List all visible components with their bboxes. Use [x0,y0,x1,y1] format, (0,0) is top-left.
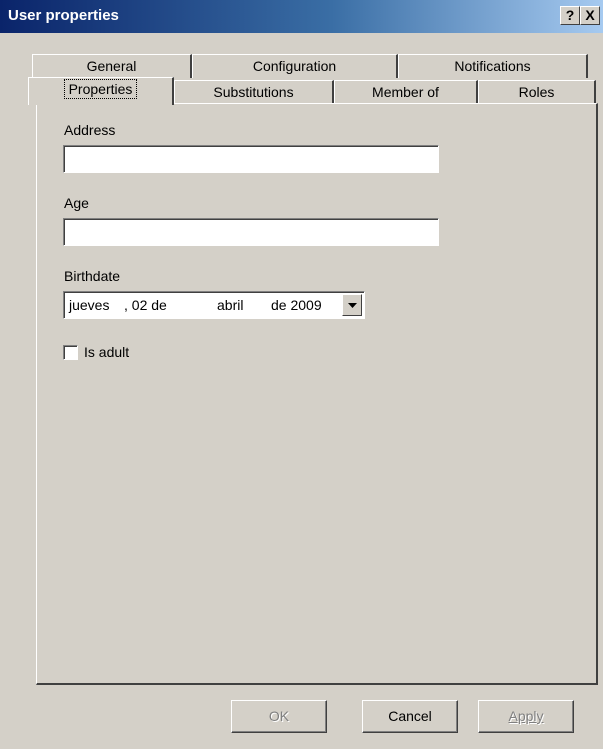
birthdate-label: Birthdate [64,268,121,284]
tab-member-of-label: Member of [372,84,439,100]
birthdate-picker[interactable]: jueves , 02 de abril de 2009 [63,291,365,319]
age-label: Age [64,195,89,211]
age-field[interactable] [63,218,439,246]
tab-configuration-label: Configuration [252,58,337,74]
tab-roles[interactable]: Roles [478,80,596,104]
birthdate-year[interactable]: de 2009 [271,297,322,313]
title-bar: User properties ? X [0,0,603,33]
apply-button[interactable]: Apply [478,700,574,733]
tab-member-of[interactable]: Member of [334,80,478,104]
tab-substitutions[interactable]: Substitutions [174,80,334,104]
birthdate-day[interactable]: , 02 de [124,297,167,313]
close-button[interactable]: X [580,6,600,25]
help-button[interactable]: ? [560,6,580,25]
address-field[interactable] [63,145,439,173]
user-properties-window: User properties ? X General Configuratio… [0,0,603,749]
cancel-button[interactable]: Cancel [362,700,458,733]
properties-panel [36,103,598,685]
ok-button[interactable]: OK [231,700,327,733]
tab-roles-label: Roles [518,84,555,100]
help-icon: ? [565,7,575,23]
tab-notifications[interactable]: Notifications [398,54,588,78]
is-adult-label: Is adult [84,344,130,360]
address-label: Address [64,122,116,138]
is-adult-checkbox[interactable] [63,345,78,360]
birthdate-month[interactable]: abril [217,297,243,313]
chevron-down-icon [348,303,357,308]
tab-substitutions-label: Substitutions [213,84,294,100]
tab-properties-label: Properties [63,79,138,99]
birthdate-dropdown-button[interactable] [342,294,362,316]
tab-notifications-label: Notifications [454,58,531,74]
window-title: User properties [8,7,119,24]
tab-properties[interactable]: Properties [28,77,174,105]
tab-general[interactable]: General [32,54,192,78]
birthdate-weekday[interactable]: jueves [69,297,109,313]
tab-configuration[interactable]: Configuration [192,54,398,78]
close-icon: X [585,7,595,23]
apply-label: Apply [508,708,544,724]
tab-general-label: General [86,58,137,74]
